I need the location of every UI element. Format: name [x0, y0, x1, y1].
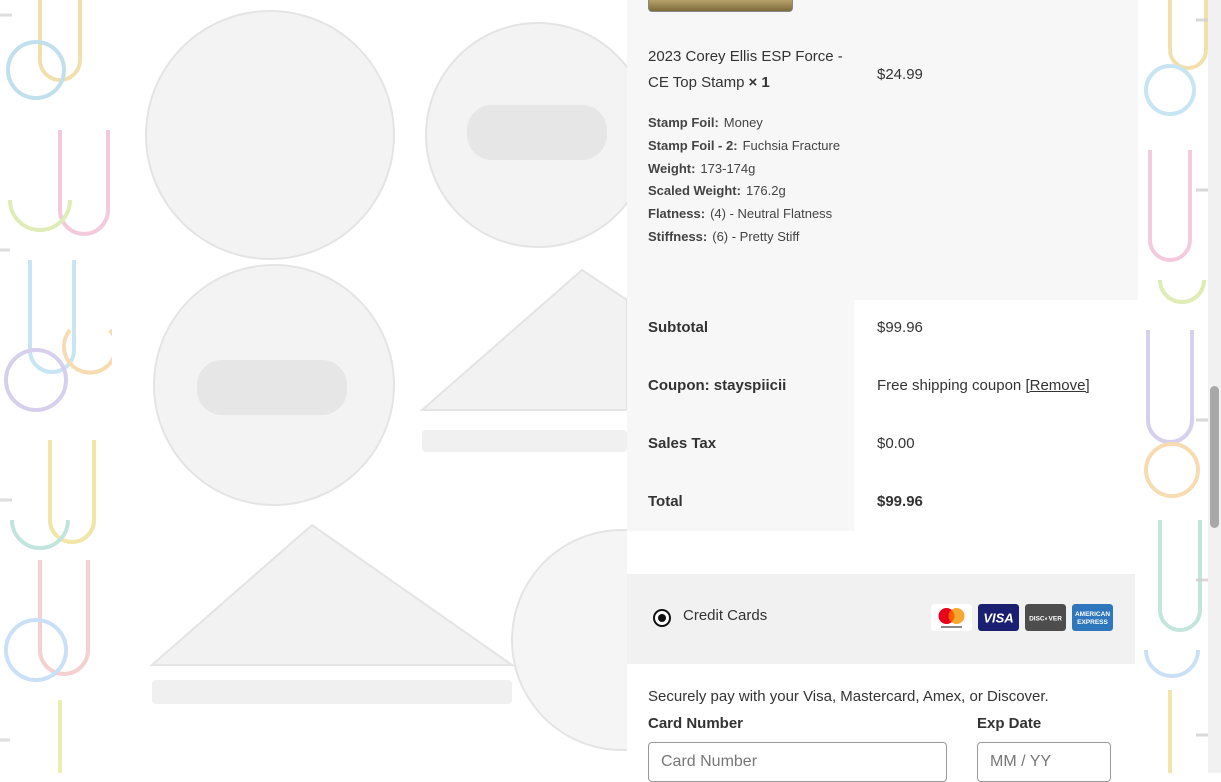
remove-coupon-link[interactable]: [Remove] [1025, 377, 1089, 394]
left-decorative-strip [0, 0, 112, 773]
subtotal-label: Subtotal [648, 319, 708, 336]
coupon-label: Coupon: stayspiicii [648, 377, 787, 394]
meta-scaled-weight: Scaled Weight: 176.2g [648, 183, 786, 199]
meta-weight: Weight: 173-174g [648, 160, 756, 176]
exp-date-label: Exp Date [977, 715, 1042, 732]
order-review-panel: 2023 Corey Ellis ESP Force - CE Top Stam… [627, 0, 1138, 782]
scrollbar-thumb[interactable] [1210, 386, 1219, 528]
order-total-label: Total [648, 493, 683, 510]
payment-method-credit-cards[interactable]: Credit Cards VISA DISC◐VER AMERICAN EXPR… [627, 574, 1135, 664]
mastercard-icon [931, 604, 972, 631]
meta-stamp-foil-2: Stamp Foil - 2: Fuchsia Fracture [648, 137, 841, 153]
amex-icon: AMERICAN EXPRESS [1072, 604, 1113, 631]
meta-stamp-foil: Stamp Foil: Money [648, 115, 763, 130]
page-scrollbar[interactable] [1208, 0, 1221, 773]
coupon-row: Coupon: stayspiicii Free shipping coupon… [627, 357, 1138, 415]
sales-tax-value: $0.00 [877, 435, 915, 452]
sales-tax-label: Sales Tax [648, 435, 717, 452]
subtotal-value: $99.96 [877, 319, 923, 336]
subtotal-row: Subtotal $99.96 [627, 299, 1138, 357]
meta-stiffness: Stiffness: (6) - Pretty Stiff [648, 228, 800, 244]
credit-cards-label[interactable]: Credit Cards [683, 607, 767, 624]
product-price: $24.99 [877, 66, 923, 83]
order-item-row: 2023 Corey Ellis ESP Force - CE Top Stam… [627, 0, 1138, 300]
product-name: 2023 Corey Ellis ESP Force - CE Top Stam… [648, 48, 843, 91]
svg-text:EXPRESS: EXPRESS [1077, 619, 1108, 626]
order-total-row: Total $99.96 [627, 473, 1138, 531]
card-logos: VISA DISC◐VER AMERICAN EXPRESS [931, 604, 1113, 631]
discover-icon: DISC◐VER [1025, 604, 1066, 631]
right-decorative-strip [1140, 0, 1208, 773]
product-thumbnail [648, 0, 793, 12]
credit-cards-radio[interactable] [653, 609, 671, 627]
visa-icon: VISA [978, 604, 1019, 631]
card-number-input[interactable] [648, 742, 947, 782]
svg-text:DISC◐VER: DISC◐VER [1029, 616, 1062, 623]
exp-date-input[interactable] [977, 742, 1111, 782]
coupon-value: Free shipping coupon [Remove] [877, 377, 1090, 394]
meta-flatness: Flatness: (4) - Neutral Flatness [648, 206, 833, 222]
payment-description: Securely pay with your Visa, Mastercard,… [648, 688, 1049, 705]
svg-text:AMERICAN: AMERICAN [1075, 611, 1110, 618]
sales-tax-row: Sales Tax $0.00 [627, 415, 1138, 473]
card-number-label: Card Number [648, 715, 744, 732]
product-quantity: × 1 [748, 74, 770, 91]
background-watermark-art [112, 0, 627, 773]
svg-text:VISA: VISA [983, 611, 1013, 626]
order-total-value: $99.96 [877, 493, 923, 510]
product-meta-list: Stamp Foil: Money Stamp Foil - 2: Fuchsia … [648, 112, 858, 249]
